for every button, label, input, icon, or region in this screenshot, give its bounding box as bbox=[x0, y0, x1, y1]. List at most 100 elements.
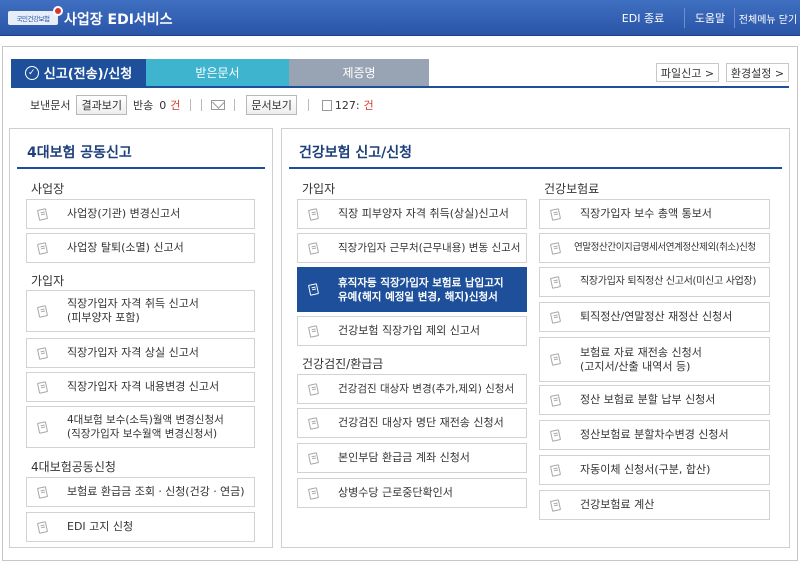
panel-rule bbox=[17, 167, 265, 169]
list-item[interactable]: 직장가입자 자격 내용변경 신고서 bbox=[26, 372, 255, 402]
item-label: 정산 보험료 분할 납부 신청서 bbox=[580, 393, 716, 406]
item-label: EDI 고지 신청 bbox=[67, 520, 134, 533]
status-row: 보낸문서 결과보기 반송 0 건 문서보기 127: 건 bbox=[30, 95, 374, 115]
section-title: 4대보험공동신청 bbox=[31, 460, 116, 474]
document-icon bbox=[298, 283, 328, 296]
section-title: 건강보험료 bbox=[544, 182, 600, 196]
panel-title: 건강보험 신고/신청 bbox=[299, 145, 413, 161]
list-item-selected[interactable]: 휴직자등 직장가입자 보험료 납입고지 유예(해지 예정일 변경, 해지)신청서 bbox=[297, 267, 527, 312]
document-icon bbox=[298, 324, 328, 338]
item-label: 4대보험 보수(소득)월액 변경신청서 (직장가입자 보수월액 변경신청서) bbox=[67, 414, 224, 440]
list-item[interactable]: 직장가입자 퇴직정산 신고서(미신고 사업장) bbox=[539, 267, 770, 297]
tab-received-docs[interactable]: 받은문서 bbox=[146, 59, 289, 86]
item-label: 보험료 자료 재전송 신청서 (고지서/산출 내역서 등) bbox=[580, 345, 702, 373]
list-item[interactable]: 자동이체 신청서(구분, 합산) bbox=[539, 455, 770, 485]
item-label: 연말정산간이지급명세서연계정산제외(취소)신청 bbox=[574, 242, 756, 253]
sent-docs-label: 보낸문서 bbox=[30, 99, 71, 112]
document-icon bbox=[540, 463, 570, 477]
list-item[interactable]: 건강검진 대상자 변경(추가,제외) 신청서 bbox=[297, 374, 527, 404]
list-item[interactable]: 본인부담 환급금 계좌 신청서 bbox=[297, 443, 527, 473]
item-label: 사업장 탈퇴(소멸) 신고서 bbox=[67, 241, 184, 254]
document-icon bbox=[540, 241, 570, 255]
print-unit: 건 bbox=[363, 99, 374, 112]
view-document-button[interactable]: 문서보기 bbox=[246, 95, 297, 115]
item-label: 건강보험 직장가입 제외 신고서 bbox=[338, 324, 481, 337]
logo-dot-icon bbox=[53, 6, 63, 16]
list-item[interactable]: 4대보험 보수(소득)월액 변경신청서 (직장가입자 보수월액 변경신청서) bbox=[26, 406, 255, 448]
document-icon bbox=[27, 380, 57, 394]
list-item[interactable]: 직장가입자 근무처(근무내용) 변동 신고서 bbox=[297, 233, 527, 263]
document-icon bbox=[27, 485, 57, 499]
item-label: 건강검진 대상자 변경(추가,제외) 신청서 bbox=[338, 383, 515, 395]
item-label: 직장가입자 자격 내용변경 신고서 bbox=[67, 380, 220, 393]
help-button[interactable]: 도움말 bbox=[688, 0, 732, 36]
item-label: 직장가입자 자격 상실 신고서 bbox=[67, 346, 199, 359]
list-item[interactable]: 사업장 탈퇴(소멸) 신고서 bbox=[26, 233, 255, 263]
divider bbox=[201, 99, 203, 111]
tab-label: 신고(전송)/신청 bbox=[43, 67, 133, 82]
list-item[interactable]: EDI 고지 신청 bbox=[26, 512, 255, 542]
list-item[interactable]: 건강보험 직장가입 제외 신고서 bbox=[297, 316, 527, 346]
document-icon bbox=[27, 420, 57, 434]
list-item[interactable]: 퇴직정산/연말정산 재정산 신청서 bbox=[539, 302, 770, 332]
settings-button[interactable]: 환경설정 > bbox=[726, 63, 789, 82]
list-item[interactable]: 사업장(기관) 변경신고서 bbox=[26, 199, 255, 229]
document-icon bbox=[298, 241, 328, 255]
tab-certificate[interactable]: 제증명 bbox=[289, 59, 429, 86]
item-label: 보험료 환급금 조회ㆍ신청(건강ㆍ연금) bbox=[67, 485, 245, 498]
document-icon bbox=[540, 498, 570, 512]
document-icon bbox=[298, 486, 328, 500]
document-icon bbox=[298, 451, 328, 465]
item-label: 정산보험료 분할차수변경 신청서 bbox=[580, 428, 729, 441]
divider bbox=[684, 8, 685, 28]
document-icon bbox=[27, 346, 57, 360]
item-label: 건강검진 대상자 명단 재전송 신청서 bbox=[338, 416, 504, 429]
divider bbox=[734, 8, 735, 28]
list-item[interactable]: 정산보험료 분할차수변경 신청서 bbox=[539, 420, 770, 450]
divider bbox=[190, 99, 192, 111]
file-report-button[interactable]: 파일신고 > bbox=[656, 63, 719, 82]
list-item[interactable]: 건강보험료 계산 bbox=[539, 490, 770, 520]
item-label: 자동이체 신청서(구분, 합산) bbox=[580, 463, 711, 476]
item-label: 직장가입자 보수 총액 통보서 bbox=[580, 207, 712, 220]
list-item[interactable]: 정산 보험료 분할 납부 신청서 bbox=[539, 385, 770, 415]
check-circle-icon: ✓ bbox=[24, 65, 39, 80]
list-item[interactable]: 직장가입자 보수 총액 통보서 bbox=[539, 199, 770, 229]
logo-mark: 국민건강보험 bbox=[8, 6, 63, 25]
list-item[interactable]: 건강검진 대상자 명단 재전송 신청서 bbox=[297, 408, 527, 438]
nhis-logo: 국민건강보험 bbox=[8, 6, 63, 26]
list-item[interactable]: 직장 피부양자 자격 취득(상실)신고서 bbox=[297, 199, 527, 229]
document-icon bbox=[540, 393, 570, 407]
list-item[interactable]: 연말정산간이지급명세서연계정산제외(취소)신청 bbox=[539, 233, 770, 263]
section-title: 사업장 bbox=[31, 182, 65, 196]
item-label: 직장 피부양자 자격 취득(상실)신고서 bbox=[338, 207, 509, 220]
print-icon[interactable] bbox=[321, 99, 332, 111]
list-item[interactable]: 직장가입자 자격 상실 신고서 bbox=[26, 338, 255, 368]
list-item[interactable]: 직장가입자 자격 취득 신고서 (피부양자 포함) bbox=[26, 290, 255, 332]
panel-rule bbox=[289, 167, 782, 169]
item-label: 퇴직정산/연말정산 재정산 신청서 bbox=[580, 310, 733, 323]
list-item[interactable]: 보험료 환급금 조회ㆍ신청(건강ㆍ연금) bbox=[26, 477, 255, 507]
return-label: 반송 bbox=[132, 99, 154, 112]
section-title: 가입자 bbox=[31, 274, 65, 288]
item-label: 건강보험료 계산 bbox=[580, 498, 655, 511]
view-result-button[interactable]: 결과보기 bbox=[76, 95, 127, 115]
tab-report-submit[interactable]: ✓ 신고(전송)/신청 bbox=[11, 59, 146, 86]
section-title: 건강검진/환급금 bbox=[302, 357, 384, 371]
document-icon bbox=[27, 207, 57, 221]
mail-icon[interactable] bbox=[211, 100, 226, 110]
divider bbox=[234, 99, 236, 111]
document-icon bbox=[27, 241, 57, 255]
list-item[interactable]: 보험료 자료 재전송 신청서 (고지서/산출 내역서 등) bbox=[539, 337, 770, 382]
edi-exit-button[interactable]: EDI 종료 bbox=[616, 0, 670, 36]
document-icon bbox=[298, 416, 328, 430]
divider bbox=[307, 99, 309, 111]
document-icon bbox=[298, 207, 328, 221]
list-item[interactable]: 상병수당 근로중단확인서 bbox=[297, 478, 527, 508]
item-label: 본인부담 환급금 계좌 신청서 bbox=[338, 451, 470, 464]
document-icon bbox=[298, 382, 328, 396]
return-count: 0 bbox=[159, 98, 167, 112]
item-label: 직장가입자 퇴직정산 신고서(미신고 사업장) bbox=[580, 276, 757, 287]
close-all-menu-button[interactable]: 전체메뉴 닫기 bbox=[738, 0, 798, 36]
document-icon bbox=[27, 304, 57, 318]
